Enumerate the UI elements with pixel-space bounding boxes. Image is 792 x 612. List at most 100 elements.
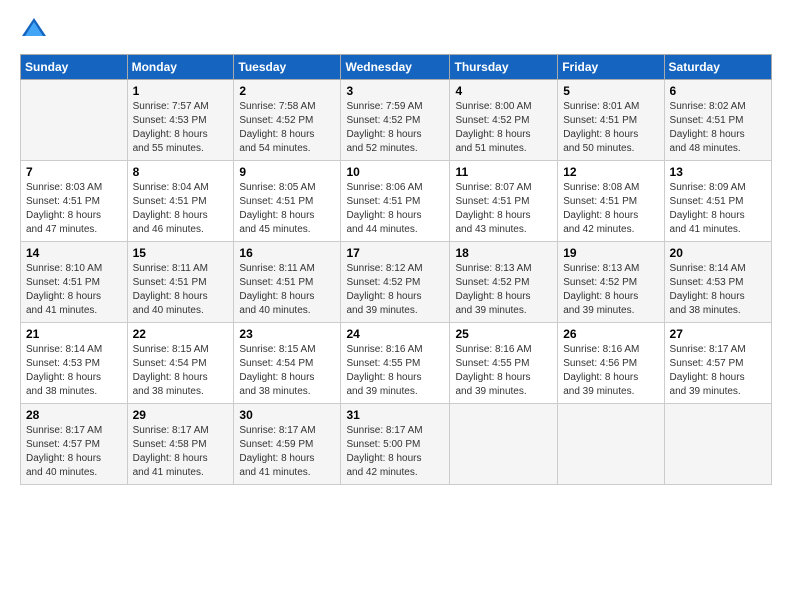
calendar-cell: 31 Sunrise: 8:17 AM Sunset: 5:00 PM Dayli…	[341, 404, 450, 485]
day-number: 3	[346, 84, 444, 98]
calendar-cell: 22 Sunrise: 8:15 AM Sunset: 4:54 PM Dayli…	[127, 323, 234, 404]
calendar-cell: 15 Sunrise: 8:11 AM Sunset: 4:51 PM Dayli…	[127, 242, 234, 323]
calendar-week-row: 28 Sunrise: 8:17 AM Sunset: 4:57 PM Dayli…	[21, 404, 772, 485]
calendar-cell	[558, 404, 664, 485]
day-number: 30	[239, 408, 335, 422]
calendar-cell: 2 Sunrise: 7:58 AM Sunset: 4:52 PM Daylig…	[234, 80, 341, 161]
logo-icon	[20, 16, 48, 44]
calendar-cell: 9Sunrise: 8:05 AM Sunset: 4:51 PM Daylig…	[234, 161, 341, 242]
day-info: Sunrise: 7:59 AM Sunset: 4:52 PM Dayligh…	[346, 100, 444, 156]
calendar-cell: 17 Sunrise: 8:12 AM Sunset: 4:52 PM Dayli…	[341, 242, 450, 323]
day-info: Sunrise: 8:03 AM Sunset: 4:51 PM Dayligh…	[26, 181, 122, 237]
day-info: Sunrise: 8:14 AM Sunset: 4:53 PM Dayligh…	[26, 343, 122, 399]
day-number: 10	[346, 165, 444, 179]
day-number: 15	[133, 246, 229, 260]
day-info: Sunrise: 8:16 AM Sunset: 4:56 PM Dayligh…	[563, 343, 658, 399]
calendar-cell: 13 Sunrise: 8:09 AM Sunset: 4:51 PM Dayli…	[664, 161, 771, 242]
calendar-cell: 25Sunrise: 8:16 AM Sunset: 4:55 PM Dayli…	[450, 323, 558, 404]
day-info: Sunrise: 8:13 AM Sunset: 4:52 PM Dayligh…	[455, 262, 552, 318]
calendar-cell: 30 Sunrise: 8:17 AM Sunset: 4:59 PM Dayli…	[234, 404, 341, 485]
calendar-cell: 12 Sunrise: 8:08 AM Sunset: 4:51 PM Dayli…	[558, 161, 664, 242]
logo	[20, 16, 52, 44]
weekday-header: Monday	[127, 55, 234, 80]
day-number: 26	[563, 327, 658, 341]
weekday-header: Thursday	[450, 55, 558, 80]
day-info: Sunrise: 8:17 AM Sunset: 4:57 PM Dayligh…	[670, 343, 766, 399]
day-info: Sunrise: 8:01 AM Sunset: 4:51 PM Dayligh…	[563, 100, 658, 156]
day-info: Sunrise: 8:09 AM Sunset: 4:51 PM Dayligh…	[670, 181, 766, 237]
day-info: Sunrise: 8:08 AM Sunset: 4:51 PM Dayligh…	[563, 181, 658, 237]
day-number: 13	[670, 165, 766, 179]
day-info: Sunrise: 8:06 AM Sunset: 4:51 PM Dayligh…	[346, 181, 444, 237]
calendar-cell: 10 Sunrise: 8:06 AM Sunset: 4:51 PM Dayli…	[341, 161, 450, 242]
day-number: 4	[455, 84, 552, 98]
day-number: 18	[455, 246, 552, 260]
day-info: Sunrise: 8:11 AM Sunset: 4:51 PM Dayligh…	[133, 262, 229, 318]
calendar-cell: 19Sunrise: 8:13 AM Sunset: 4:52 PM Dayli…	[558, 242, 664, 323]
day-number: 29	[133, 408, 229, 422]
header	[20, 16, 772, 44]
calendar-header-row: SundayMondayTuesdayWednesdayThursdayFrid…	[21, 55, 772, 80]
calendar-week-row: 7 Sunrise: 8:03 AM Sunset: 4:51 PM Daylig…	[21, 161, 772, 242]
day-number: 11	[455, 165, 552, 179]
day-info: Sunrise: 8:15 AM Sunset: 4:54 PM Dayligh…	[239, 343, 335, 399]
calendar-cell	[450, 404, 558, 485]
day-number: 7	[26, 165, 122, 179]
day-info: Sunrise: 8:13 AM Sunset: 4:52 PM Dayligh…	[563, 262, 658, 318]
calendar-cell: 3 Sunrise: 7:59 AM Sunset: 4:52 PM Daylig…	[341, 80, 450, 161]
weekday-header: Tuesday	[234, 55, 341, 80]
calendar-cell: 26 Sunrise: 8:16 AM Sunset: 4:56 PM Dayli…	[558, 323, 664, 404]
calendar: SundayMondayTuesdayWednesdayThursdayFrid…	[20, 54, 772, 485]
day-number: 20	[670, 246, 766, 260]
day-number: 22	[133, 327, 229, 341]
day-number: 28	[26, 408, 122, 422]
calendar-week-row: 14 Sunrise: 8:10 AM Sunset: 4:51 PM Dayli…	[21, 242, 772, 323]
day-number: 17	[346, 246, 444, 260]
day-number: 27	[670, 327, 766, 341]
calendar-cell: 1Sunrise: 7:57 AM Sunset: 4:53 PM Daylig…	[127, 80, 234, 161]
day-info: Sunrise: 8:02 AM Sunset: 4:51 PM Dayligh…	[670, 100, 766, 156]
day-info: Sunrise: 8:16 AM Sunset: 4:55 PM Dayligh…	[455, 343, 552, 399]
day-number: 9	[239, 165, 335, 179]
day-info: Sunrise: 8:17 AM Sunset: 4:57 PM Dayligh…	[26, 424, 122, 480]
day-info: Sunrise: 8:12 AM Sunset: 4:52 PM Dayligh…	[346, 262, 444, 318]
day-number: 21	[26, 327, 122, 341]
calendar-cell: 23 Sunrise: 8:15 AM Sunset: 4:54 PM Dayli…	[234, 323, 341, 404]
day-number: 31	[346, 408, 444, 422]
calendar-cell: 11 Sunrise: 8:07 AM Sunset: 4:51 PM Dayli…	[450, 161, 558, 242]
day-number: 12	[563, 165, 658, 179]
day-number: 2	[239, 84, 335, 98]
day-number: 6	[670, 84, 766, 98]
day-info: Sunrise: 8:17 AM Sunset: 5:00 PM Dayligh…	[346, 424, 444, 480]
day-number: 5	[563, 84, 658, 98]
day-info: Sunrise: 8:17 AM Sunset: 4:59 PM Dayligh…	[239, 424, 335, 480]
calendar-cell	[664, 404, 771, 485]
day-number: 24	[346, 327, 444, 341]
calendar-cell: 29 Sunrise: 8:17 AM Sunset: 4:58 PM Dayli…	[127, 404, 234, 485]
calendar-cell: 5 Sunrise: 8:01 AM Sunset: 4:51 PM Daylig…	[558, 80, 664, 161]
calendar-cell: 28 Sunrise: 8:17 AM Sunset: 4:57 PM Dayli…	[21, 404, 128, 485]
calendar-week-row: 1Sunrise: 7:57 AM Sunset: 4:53 PM Daylig…	[21, 80, 772, 161]
calendar-cell: 6 Sunrise: 8:02 AM Sunset: 4:51 PM Daylig…	[664, 80, 771, 161]
day-info: Sunrise: 8:15 AM Sunset: 4:54 PM Dayligh…	[133, 343, 229, 399]
calendar-cell: 4 Sunrise: 8:00 AM Sunset: 4:52 PM Daylig…	[450, 80, 558, 161]
day-info: Sunrise: 7:58 AM Sunset: 4:52 PM Dayligh…	[239, 100, 335, 156]
calendar-cell: 18 Sunrise: 8:13 AM Sunset: 4:52 PM Dayli…	[450, 242, 558, 323]
day-info: Sunrise: 7:57 AM Sunset: 4:53 PM Dayligh…	[133, 100, 229, 156]
day-info: Sunrise: 8:11 AM Sunset: 4:51 PM Dayligh…	[239, 262, 335, 318]
calendar-cell: 27 Sunrise: 8:17 AM Sunset: 4:57 PM Dayli…	[664, 323, 771, 404]
day-info: Sunrise: 8:17 AM Sunset: 4:58 PM Dayligh…	[133, 424, 229, 480]
calendar-cell: 21 Sunrise: 8:14 AM Sunset: 4:53 PM Dayli…	[21, 323, 128, 404]
calendar-cell: 16Sunrise: 8:11 AM Sunset: 4:51 PM Dayli…	[234, 242, 341, 323]
calendar-cell: 20Sunrise: 8:14 AM Sunset: 4:53 PM Dayli…	[664, 242, 771, 323]
day-info: Sunrise: 8:16 AM Sunset: 4:55 PM Dayligh…	[346, 343, 444, 399]
day-info: Sunrise: 8:10 AM Sunset: 4:51 PM Dayligh…	[26, 262, 122, 318]
calendar-cell: 8Sunrise: 8:04 AM Sunset: 4:51 PM Daylig…	[127, 161, 234, 242]
day-number: 23	[239, 327, 335, 341]
day-info: Sunrise: 8:07 AM Sunset: 4:51 PM Dayligh…	[455, 181, 552, 237]
calendar-cell	[21, 80, 128, 161]
calendar-week-row: 21 Sunrise: 8:14 AM Sunset: 4:53 PM Dayli…	[21, 323, 772, 404]
calendar-cell: 14 Sunrise: 8:10 AM Sunset: 4:51 PM Dayli…	[21, 242, 128, 323]
day-number: 14	[26, 246, 122, 260]
day-info: Sunrise: 8:00 AM Sunset: 4:52 PM Dayligh…	[455, 100, 552, 156]
